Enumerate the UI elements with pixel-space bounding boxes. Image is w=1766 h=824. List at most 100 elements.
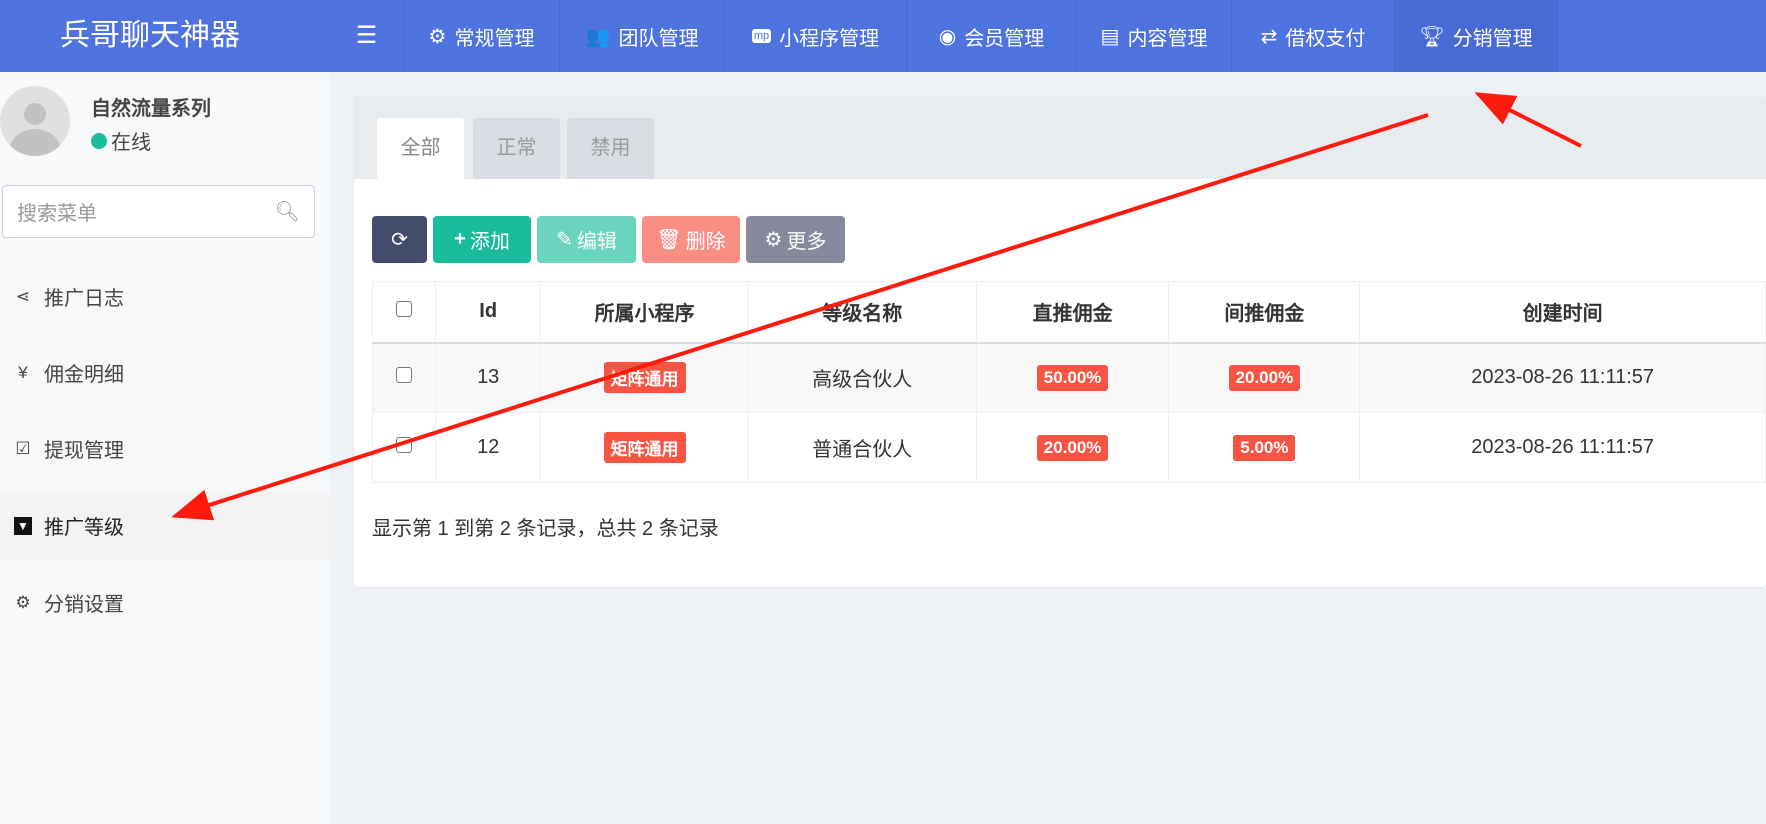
- nav-label: 常规管理: [454, 27, 535, 50]
- table-header-row: Id 所属小程序 等级名称 直推佣金 间推佣金 创建时间: [372, 281, 1766, 344]
- app-label: 矩阵通用: [603, 432, 686, 463]
- pagination-info: 显示第 1 到第 2 条记录，总共 2 条记录: [372, 518, 719, 540]
- edit-label: 编辑: [576, 231, 617, 253]
- row-select-cell: [372, 342, 436, 413]
- header-direct-commission: 直推佣金: [975, 281, 1170, 344]
- user-circle-icon: ◉: [938, 25, 957, 48]
- user-status: 在线: [91, 126, 151, 155]
- nav-label: 小程序管理: [779, 27, 880, 50]
- nav-members[interactable]: ◉ 会员管理: [907, 0, 1077, 72]
- nav-label: 分销管理: [1452, 27, 1533, 50]
- tab-all[interactable]: 全部: [377, 118, 464, 179]
- users-icon: 👥: [585, 25, 611, 48]
- edit-button[interactable]: ✎ 编辑: [537, 216, 636, 263]
- trophy-icon: 🏆︎: [1419, 25, 1445, 48]
- delete-label: 删除: [685, 231, 726, 253]
- table-row[interactable]: 12 矩阵通用 普通合伙人 20.00% 5.00% 2023-08-26 11…: [372, 412, 1766, 483]
- sidebar-label: 分销设置: [44, 594, 124, 616]
- miniprogram-icon: mp: [751, 29, 772, 43]
- level-table: Id 所属小程序 等级名称 直推佣金 间推佣金 创建时间 13 矩阵通用 高级合…: [372, 281, 1766, 483]
- tab-normal[interactable]: 正常: [473, 118, 560, 179]
- cell-direct: 20.00%: [975, 412, 1170, 483]
- indirect-label: 20.00%: [1228, 364, 1301, 391]
- nav-label: 会员管理: [964, 27, 1045, 50]
- cell-app: 矩阵通用: [540, 342, 749, 413]
- add-label: 添加: [469, 231, 510, 253]
- cell-level-name: 高级合伙人: [747, 342, 977, 413]
- cell-level-name: 普通合伙人: [747, 412, 977, 483]
- nav-content[interactable]: ▤ 内容管理: [1077, 0, 1232, 72]
- cell-direct: 50.00%: [975, 342, 1170, 413]
- user-name: 自然流量系列: [91, 98, 211, 120]
- delete-button[interactable]: 🗑︎ 删除: [642, 216, 740, 263]
- cell-app: 矩阵通用: [540, 412, 749, 483]
- sidebar-item-withdraw[interactable]: ☑ 提现管理: [0, 414, 330, 483]
- nav-payment[interactable]: ⇄ 借权支付: [1232, 0, 1395, 72]
- direct-label: 20.00%: [1036, 434, 1109, 461]
- cogs-icon: ⚙: [15, 592, 31, 612]
- more-label: 更多: [786, 231, 827, 253]
- nav-miniprogram[interactable]: mp 小程序管理: [725, 0, 907, 72]
- header-level-name: 等级名称: [747, 281, 977, 344]
- plus-icon: +: [454, 228, 466, 250]
- avatar: [0, 86, 70, 156]
- nav-label: 借权支付: [1285, 27, 1366, 50]
- sidebar-item-promotion-log[interactable]: ⋖ 推广日志: [0, 262, 330, 331]
- sidebar-label: 佣金明细: [44, 364, 124, 386]
- add-button[interactable]: + 添加: [433, 216, 531, 263]
- row-checkbox[interactable]: [395, 367, 412, 384]
- check-square-icon: ☑: [15, 438, 31, 458]
- tie-icon: ▼: [14, 516, 32, 535]
- sidebar-label: 推广等级: [44, 517, 124, 539]
- header-app: 所属小程序: [540, 281, 749, 344]
- cogs-icon: ⚙: [428, 25, 447, 48]
- indirect-label: 5.00%: [1233, 434, 1296, 461]
- search-placeholder: 搜索菜单: [17, 203, 97, 225]
- pencil-icon: ✎: [556, 229, 573, 251]
- online-dot-icon: [91, 132, 107, 149]
- status-text: 在线: [111, 132, 151, 154]
- search-menu-input[interactable]: 搜索菜单 🔍︎: [2, 185, 315, 238]
- nav-team[interactable]: 👥 团队管理: [560, 0, 725, 72]
- cell-indirect: 5.00%: [1168, 412, 1361, 483]
- direct-label: 50.00%: [1036, 364, 1109, 391]
- sidebar-item-promotion-level[interactable]: ▼ 推广等级: [0, 491, 330, 560]
- trash-icon: 🗑︎: [656, 229, 682, 251]
- cell-created: 2023-08-26 11:11:57: [1359, 342, 1766, 413]
- cell-indirect: 20.00%: [1168, 342, 1361, 413]
- newspaper-icon: ▤: [1100, 25, 1120, 48]
- gear-icon: ⚙: [764, 229, 783, 251]
- sidebar-item-commission[interactable]: ¥ 佣金明细: [0, 338, 330, 407]
- table-row[interactable]: 13 矩阵通用 高级合伙人 50.00% 20.00% 2023-08-26 1…: [372, 342, 1766, 413]
- sidebar-label: 提现管理: [44, 440, 124, 462]
- share-icon: ⋖: [15, 286, 31, 306]
- top-navbar: 兵哥聊天神器 ☰ ⚙ 常规管理 👥 团队管理 mp 小程序管理 ◉ 会员管理 ▤ 内容管理…: [0, 0, 1766, 72]
- search-icon[interactable]: 🔍︎: [275, 199, 300, 224]
- menu-toggle-icon[interactable]: ☰: [330, 0, 404, 72]
- cell-id: 13: [434, 342, 542, 413]
- refresh-button[interactable]: ⟳: [372, 216, 427, 263]
- yen-icon: ¥: [18, 362, 28, 382]
- select-all-cell: [372, 281, 436, 344]
- sidebar-label: 推广日志: [44, 288, 124, 310]
- more-button[interactable]: ⚙ 更多: [746, 216, 845, 263]
- header-indirect-commission: 间推佣金: [1168, 281, 1361, 344]
- content-panel: 全部 正常 禁用 ⟳ + 添加 ✎ 编辑 🗑︎ 删除 ⚙ 更多 Id 所属小程序 等级名…: [354, 96, 1766, 587]
- row-select-cell: [372, 412, 436, 483]
- header-created: 创建时间: [1359, 281, 1766, 344]
- exchange-icon: ⇄: [1260, 25, 1278, 48]
- select-all-checkbox[interactable]: [395, 301, 412, 318]
- nav-label: 内容管理: [1127, 27, 1208, 50]
- row-checkbox[interactable]: [395, 437, 412, 453]
- cell-created: 2023-08-26 11:11:57: [1359, 412, 1766, 483]
- header-id[interactable]: Id: [434, 281, 542, 344]
- sidebar-item-distribution-settings[interactable]: ⚙ 分销设置: [0, 568, 330, 637]
- nav-distribution[interactable]: 🏆︎ 分销管理: [1395, 0, 1558, 72]
- nav-label: 团队管理: [618, 27, 699, 50]
- sidebar: 自然流量系列 在线 搜索菜单 🔍︎ ⋖ 推广日志 ¥ 佣金明细 ☑ 提现管理 ▼ 推广等级…: [0, 72, 330, 824]
- tab-disabled[interactable]: 禁用: [567, 118, 654, 179]
- tab-bar: 全部 正常 禁用: [354, 96, 1766, 179]
- app-logo: 兵哥聊天神器: [60, 19, 240, 52]
- app-label: 矩阵通用: [603, 362, 686, 394]
- nav-general[interactable]: ⚙ 常规管理: [404, 0, 560, 72]
